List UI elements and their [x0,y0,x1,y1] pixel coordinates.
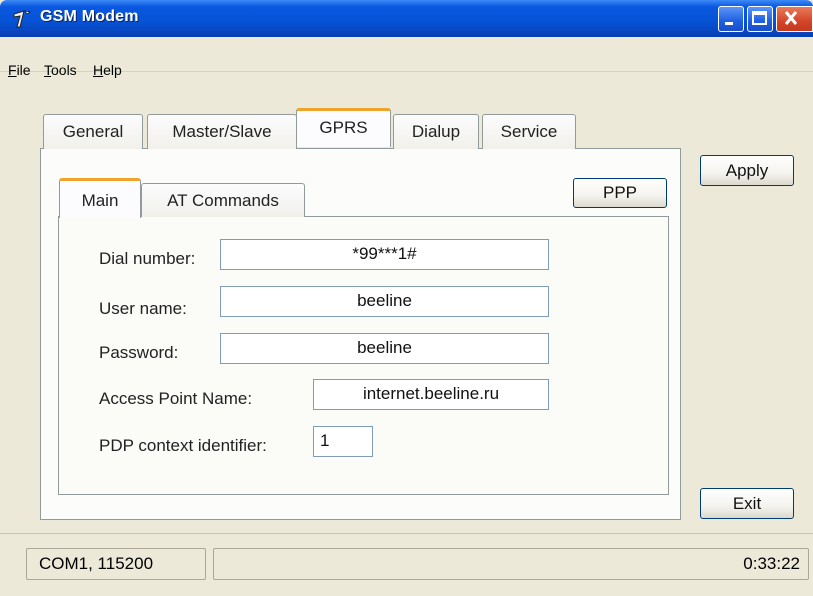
tab-general[interactable]: General [43,114,143,149]
pdp-context-label: PDP context identifier: [99,436,267,455]
dial-number-label: Dial number: [99,249,196,268]
apn-field[interactable]: internet.beeline.ru [313,379,549,410]
close-button[interactable] [776,6,813,32]
minimize-icon [725,22,733,25]
apn-label: Access Point Name: [99,389,253,408]
status-panel [213,548,809,580]
close-icon [784,11,798,25]
status-bar: COM1, 115200 0:33:22 [0,533,813,596]
subtab-at-commands[interactable]: AT Commands [141,183,305,217]
dial-number-field[interactable]: *99***1# [220,239,549,270]
ppp-button[interactable]: PPP [573,178,667,208]
password-field[interactable]: beeline [220,333,549,364]
minimize-button[interactable] [718,6,744,32]
maximize-icon [752,11,767,25]
title-bar[interactable]: GSM Modem [0,0,813,37]
modem-icon [13,10,32,28]
password-label: Password: [99,343,179,362]
menu-help[interactable]: Help [93,62,122,78]
apply-button[interactable]: Apply [700,155,794,186]
tab-service[interactable]: Service [482,114,576,149]
window-title: GSM Modem [40,8,139,25]
maximize-button[interactable] [747,6,773,32]
port-status: COM1, 115200 [26,548,206,580]
subtab-main[interactable]: Main [59,178,141,218]
menu-tools[interactable]: Tools [44,62,77,78]
user-name-label: User name: [99,299,187,318]
exit-button[interactable]: Exit [700,488,794,519]
elapsed-time: 0:33:22 [743,554,800,573]
pdp-context-field[interactable]: 1 [313,426,373,457]
menu-file[interactable]: File [8,62,31,78]
tab-master-slave[interactable]: Master/Slave [147,114,297,149]
user-name-field[interactable]: beeline [220,286,549,317]
tab-dialup[interactable]: Dialup [393,114,479,149]
tab-gprs[interactable]: GPRS [296,108,391,147]
